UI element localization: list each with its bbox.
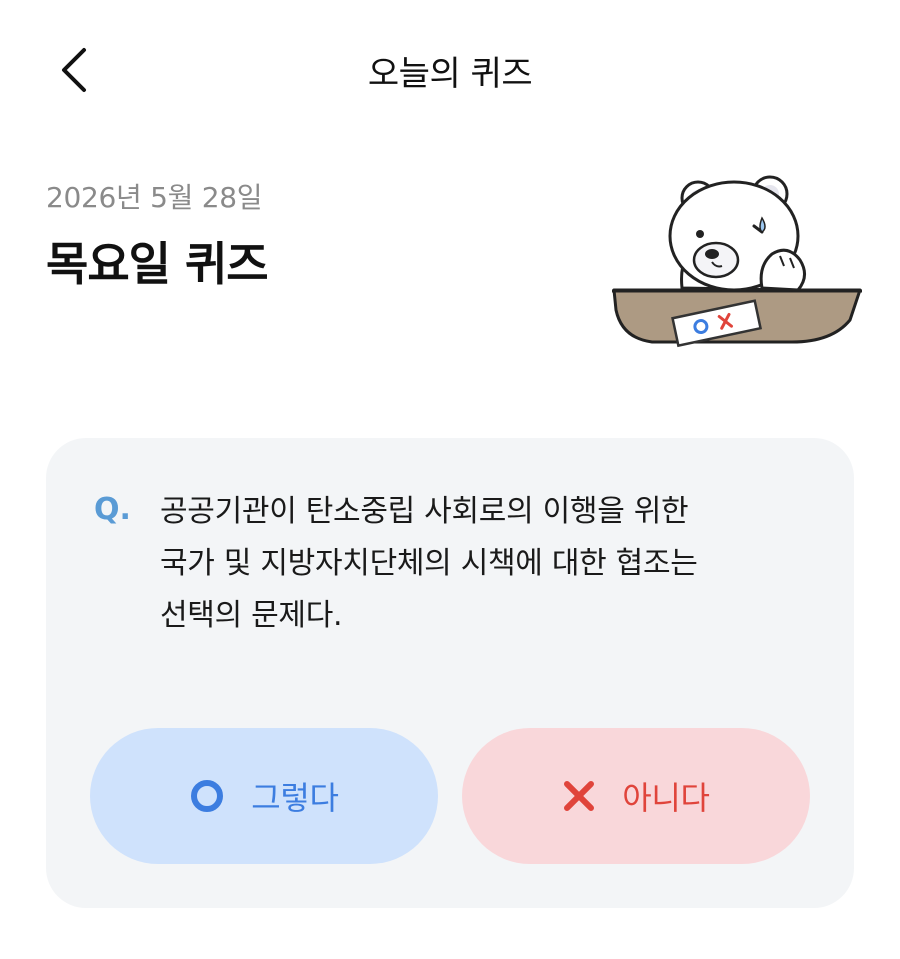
answer-no-button[interactable]: 아니다: [462, 728, 810, 864]
bear-mascot-illustration: [612, 175, 862, 348]
answer-yes-button[interactable]: 그렇다: [90, 728, 438, 864]
question-text: 공공기관이 탄소중립 사회로의 이행을 위한 국가 및 지방자치단체의 시책에 …: [160, 494, 698, 633]
header-title: 오늘의 퀴즈: [367, 54, 533, 94]
question-card: Q. 공공기관이 탄소중립 사회로의 이행을 위한 국가 및 지방자치단체의 시…: [46, 438, 854, 908]
quiz-date: 2026년 5월 28일: [46, 181, 263, 214]
question-prefix: Q.: [94, 492, 131, 527]
answer-no-label: 아니다: [622, 779, 710, 817]
x-mark-icon: [562, 779, 596, 813]
circle-o-icon: [189, 778, 225, 814]
page-title: 목요일 퀴즈: [46, 237, 269, 291]
app-header: 오늘의 퀴즈: [0, 0, 900, 140]
answer-yes-label: 그렇다: [251, 779, 339, 817]
